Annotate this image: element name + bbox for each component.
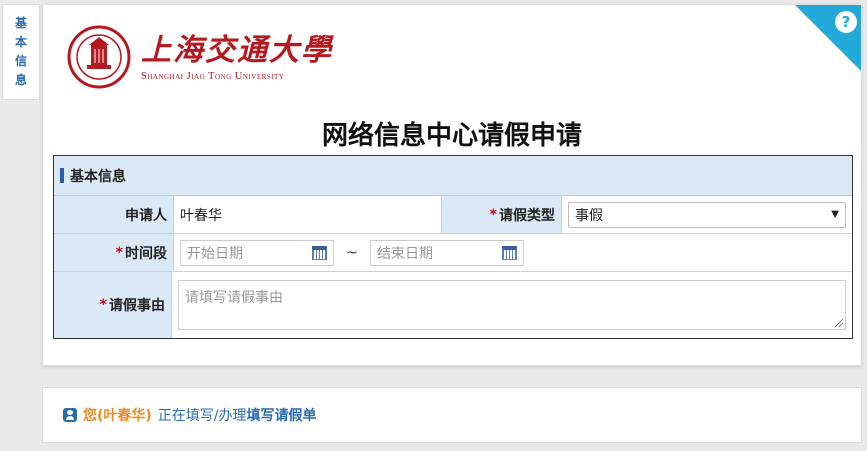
help-icon[interactable]: ? bbox=[835, 11, 857, 33]
period-label-text: 时间段 bbox=[125, 245, 167, 262]
chevron-down-icon: ▼ bbox=[831, 209, 839, 220]
resize-grip-icon[interactable] bbox=[835, 319, 843, 327]
brand-name-en: Shanghai Jiao Tong University bbox=[141, 70, 285, 82]
reason-textarea[interactable]: 请填写请假事由 bbox=[178, 280, 846, 330]
status-text: 正在填写/办理 bbox=[157, 408, 247, 424]
side-tab-char: 信 bbox=[14, 54, 27, 68]
start-date-input[interactable]: 开始日期 bbox=[180, 239, 334, 266]
user-icon bbox=[63, 408, 77, 422]
applicant-label-text: 申请人 bbox=[125, 207, 167, 224]
seal-icon bbox=[67, 25, 131, 89]
side-tab-char: 息 bbox=[14, 73, 27, 87]
range-separator: ~ bbox=[346, 244, 358, 261]
form-row-applicant: 申请人 叶春华 * 请假类型 事假 ▼ bbox=[54, 196, 852, 234]
reason-label-text: 请假事由 bbox=[109, 298, 165, 314]
brand-name-cn: 上海交通大學 bbox=[141, 32, 333, 68]
reason-placeholder: 请填写请假事由 bbox=[185, 290, 283, 306]
current-task: 填写请假单 bbox=[246, 408, 317, 424]
applicant-label: 申请人 bbox=[54, 196, 174, 233]
calendar-icon[interactable] bbox=[312, 245, 327, 260]
applicant-value: 叶春华 bbox=[174, 196, 442, 233]
required-mark: * bbox=[115, 244, 123, 261]
reason-cell: 请填写请假事由 bbox=[172, 272, 852, 338]
end-date-placeholder: 结束日期 bbox=[377, 245, 433, 262]
start-date-placeholder: 开始日期 bbox=[187, 245, 243, 262]
side-tab-char: 本 bbox=[14, 35, 27, 49]
side-tab-basic-info[interactable]: 基 本 信 息 bbox=[2, 4, 40, 100]
form-row-period: * 时间段 开始日期 ~ 结束日期 bbox=[54, 234, 852, 272]
status-footer: 您(叶春华) 正在填写/办理 填写请假单 bbox=[42, 387, 862, 443]
section-title: 基本信息 bbox=[70, 168, 126, 185]
required-mark: * bbox=[489, 206, 497, 223]
leave-type-cell: 事假 ▼ bbox=[562, 196, 852, 233]
current-user: 您(叶春华) bbox=[83, 408, 152, 424]
side-tab-char: 基 bbox=[14, 16, 27, 30]
section-bar bbox=[60, 168, 64, 183]
leave-form: 基本信息 申请人 叶春华 * 请假类型 事假 ▼ * 时间段 开始日期 ~ 结束… bbox=[53, 155, 853, 339]
required-mark: * bbox=[99, 297, 107, 313]
leave-type-label: * 请假类型 bbox=[442, 196, 562, 233]
period-label: * 时间段 bbox=[54, 234, 174, 271]
period-cell: 开始日期 ~ 结束日期 bbox=[174, 234, 530, 271]
leave-type-selected: 事假 bbox=[575, 207, 603, 224]
page-title: 网络信息中心请假申请 bbox=[321, 121, 582, 151]
end-date-input[interactable]: 结束日期 bbox=[370, 239, 524, 266]
form-row-reason: * 请假事由 请填写请假事由 bbox=[54, 272, 852, 338]
form-card: ? 上海交通大學 Shanghai Jiao Tong University 网… bbox=[42, 4, 862, 366]
leave-type-select[interactable]: 事假 ▼ bbox=[568, 201, 846, 228]
reason-label: * 请假事由 bbox=[54, 272, 172, 338]
section-header: 基本信息 bbox=[54, 156, 852, 196]
university-logo: 上海交通大學 Shanghai Jiao Tong University bbox=[67, 25, 333, 89]
calendar-icon[interactable] bbox=[502, 245, 517, 260]
leave-type-label-text: 请假类型 bbox=[499, 207, 555, 224]
